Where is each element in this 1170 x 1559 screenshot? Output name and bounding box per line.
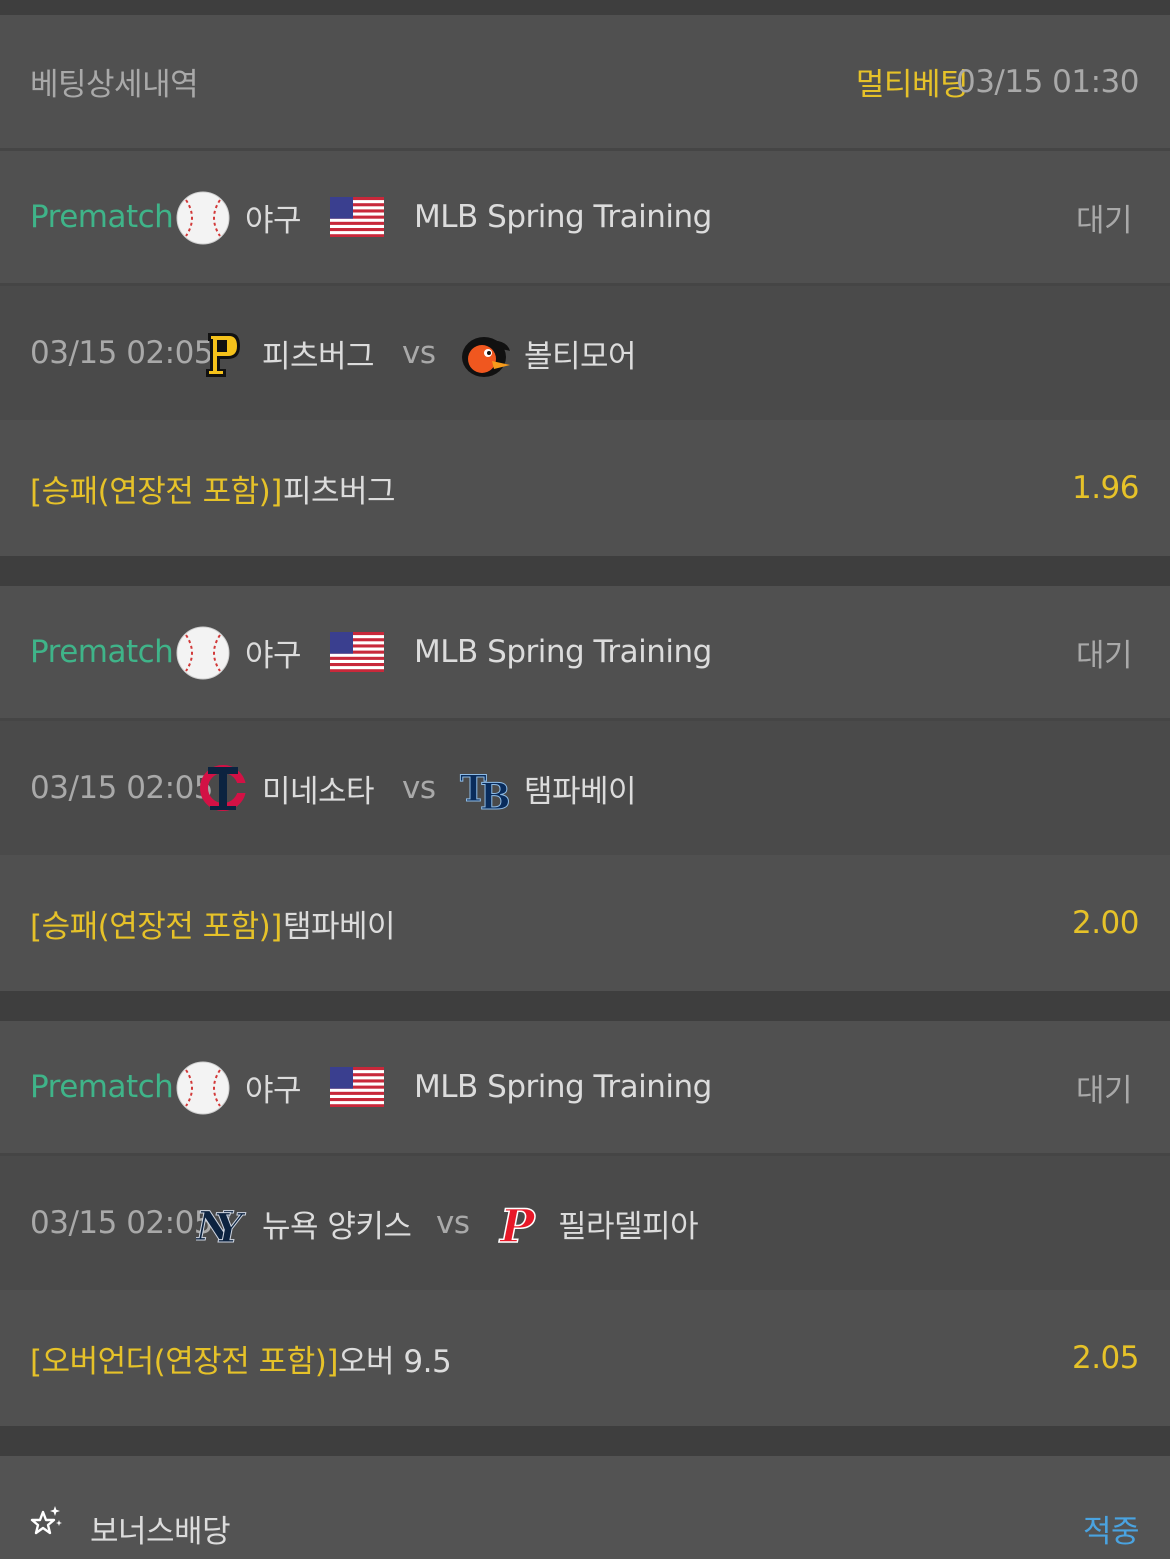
baseball-icon (176, 191, 230, 245)
vs-label: vs (402, 335, 436, 371)
market-name: [오버언더(연장전 포함)] (30, 1343, 338, 1380)
pick-name: 탬파베이 (283, 908, 396, 945)
usa-flag-icon (330, 632, 384, 672)
tampa-bay-logo-icon: TB (458, 763, 512, 814)
bet-3-league-row: Prematch 야구 MLB Spring Training 대기 (0, 1021, 1170, 1153)
bonus-label: 보너스배당 (90, 1514, 231, 1550)
bet-1-selection-row: [승패(연장전 포함)] 피츠버그 1.96 (0, 420, 1170, 556)
odds-value: 2.00 (1071, 905, 1140, 941)
pick-name: 오버 9.5 (338, 1343, 452, 1380)
bet-3-match-row: 03/15 02:05 NY 뉴욕 양키스 vs P 필라델피아 (0, 1156, 1170, 1290)
bet-1-league-row: Prematch 야구 MLB Spring Training 대기 (0, 151, 1170, 283)
bet-type-badge: Prematch (30, 199, 174, 235)
market-name: [승패(연장전 포함)] (30, 908, 282, 945)
match-time: 03/15 02:05 (30, 1205, 214, 1241)
bet-datetime: 03/15 01:30 (955, 63, 1140, 100)
baseball-icon (176, 626, 230, 680)
minnesota-logo-icon (196, 763, 250, 813)
bet-1-match-row: 03/15 02:05 피츠버그 vs 볼티모어 (0, 286, 1170, 420)
league-name: MLB Spring Training (414, 634, 712, 670)
svg-text:B: B (480, 776, 510, 813)
home-team: 미네소타 (262, 773, 375, 810)
new-york-yankees-logo-icon: NY (196, 1198, 250, 1249)
pittsburgh-logo-icon (200, 330, 244, 380)
bet-2-match-row: 03/15 02:05 미네소타 vs TB 탬파베이 (0, 721, 1170, 855)
home-team: 피츠버그 (262, 338, 375, 375)
svg-text:Y: Y (214, 1205, 246, 1248)
page-title: 베팅상세내역 (30, 67, 199, 103)
bet-status: 대기 (1075, 1072, 1133, 1109)
sport-name: 야구 (245, 202, 302, 239)
bet-type-badge: Prematch (30, 634, 174, 670)
vs-label: vs (436, 1205, 470, 1241)
baltimore-logo-icon (458, 330, 512, 380)
match-time: 03/15 02:05 (30, 335, 214, 371)
bet-detail-header: 베팅상세내역 멀티베팅 03/15 01:30 (0, 15, 1170, 148)
league-name: MLB Spring Training (414, 1069, 712, 1105)
philadelphia-logo-icon: P (494, 1198, 544, 1250)
baseball-icon (176, 1061, 230, 1115)
bet-type-badge: Prematch (30, 1069, 174, 1105)
market-name: [승패(연장전 포함)] (30, 473, 282, 510)
svg-text:P: P (498, 1199, 536, 1250)
away-team: 필라델피아 (558, 1208, 699, 1245)
bet-status: 대기 (1075, 637, 1133, 674)
home-team: 뉴욕 양키스 (262, 1208, 412, 1245)
bet-type-label: 멀티베팅 (855, 67, 969, 103)
bet-status: 대기 (1075, 202, 1133, 239)
bonus-odds-row: 보너스배당 적중 (0, 1456, 1170, 1559)
usa-flag-icon (330, 197, 384, 237)
sport-name: 야구 (245, 637, 302, 674)
sport-name: 야구 (245, 1072, 302, 1109)
vs-label: vs (402, 770, 436, 806)
league-name: MLB Spring Training (414, 199, 712, 235)
pick-name: 피츠버그 (283, 473, 396, 510)
bonus-status: 적중 (1082, 1514, 1140, 1550)
bet-3-selection-row: [오버언더(연장전 포함)] 오버 9.5 2.05 (0, 1290, 1170, 1426)
away-team: 탬파베이 (524, 773, 637, 810)
bet-2-selection-row: [승패(연장전 포함)] 탬파베이 2.00 (0, 855, 1170, 991)
match-time: 03/15 02:05 (30, 770, 214, 806)
usa-flag-icon (330, 1067, 384, 1107)
bet-2-league-row: Prematch 야구 MLB Spring Training 대기 (0, 586, 1170, 718)
away-team: 볼티모어 (524, 338, 637, 375)
odds-value: 2.05 (1071, 1340, 1140, 1376)
star-sparkle-icon (28, 1504, 62, 1538)
odds-value: 1.96 (1071, 470, 1140, 506)
